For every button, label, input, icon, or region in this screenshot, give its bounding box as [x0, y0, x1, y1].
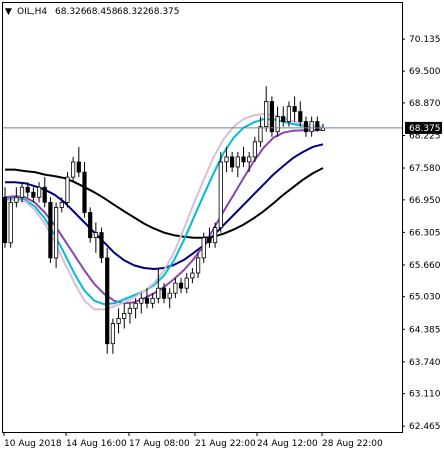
- candle-body-bear: [144, 297, 150, 304]
- y-tick-label: 66.305: [409, 228, 441, 238]
- candle: [99, 227, 104, 263]
- x-tick-label: 21 Aug 22:00: [195, 439, 256, 449]
- candle-body-bull: [286, 106, 292, 123]
- chart-header: ▼ OIL,H4 68.326 68.458 68.322 68.375: [5, 7, 180, 17]
- candle-body-bull: [54, 206, 59, 259]
- candle-body-bull: [309, 121, 314, 133]
- candle: [48, 197, 53, 263]
- candle-body-bull: [116, 317, 121, 324]
- candle-body-bull: [264, 101, 269, 128]
- candle-body-bull: [184, 277, 189, 289]
- x-tick-label: 28 Aug 22:00: [322, 439, 383, 449]
- header-low: 68.322: [117, 7, 149, 17]
- candle-body-bear: [82, 171, 87, 213]
- y-tick-label: 68.870: [409, 99, 441, 109]
- candle-body-bull: [195, 257, 201, 274]
- candle-body-bear: [105, 257, 110, 345]
- candle-body-bull: [19, 186, 25, 198]
- candle-body-bear: [269, 101, 275, 133]
- candle: [105, 247, 110, 354]
- candle-body-bear: [241, 156, 246, 163]
- candle-body-bear: [292, 106, 297, 112]
- candle-body-bear: [88, 212, 93, 239]
- header-high: 68.458: [86, 7, 118, 17]
- candle-body-bull: [150, 297, 155, 304]
- candle-body-bull: [190, 272, 195, 279]
- header-symbol: OIL,H4: [17, 7, 47, 17]
- header-close: 68.375: [148, 7, 180, 17]
- current-price-tag: 68.375: [405, 121, 442, 134]
- candle-body-bear: [2, 196, 8, 244]
- candle-body-bull: [275, 116, 280, 133]
- candle: [88, 207, 93, 243]
- candle: [8, 197, 13, 248]
- candle-body-bear: [281, 116, 286, 122]
- candle-body-bear: [229, 156, 235, 168]
- candle: [269, 96, 275, 137]
- candle: [65, 172, 70, 208]
- candle-body-bull: [37, 186, 42, 198]
- header-open: 68.326: [55, 7, 87, 17]
- candle-body-bear: [303, 121, 309, 133]
- y-tick-label: 62.465: [409, 422, 441, 432]
- y-tick-label: 69.500: [409, 67, 441, 77]
- y-tick-label: 64.385: [409, 325, 441, 335]
- candle: [218, 151, 223, 233]
- candle-body-bull: [93, 232, 98, 239]
- y-tick-label: 66.950: [409, 196, 441, 206]
- y-tick-label: 65.030: [409, 293, 441, 303]
- candle-body-bull: [212, 227, 218, 244]
- candle-body-bear: [42, 186, 47, 203]
- candle-body-bear: [99, 232, 104, 259]
- candle-body-bull: [59, 201, 64, 208]
- candle-body-bull: [127, 307, 132, 314]
- candle-body-bull: [71, 161, 76, 178]
- header-collapse-marker[interactable]: ▼: [5, 7, 12, 17]
- candle-body-bull: [173, 282, 178, 294]
- y-tick-label: 63.110: [409, 390, 441, 400]
- candle-body-bull: [218, 161, 223, 228]
- current-price-tag-label: 68.375: [409, 124, 441, 134]
- candle-body-bear: [161, 287, 167, 299]
- y-tick-label: 65.660: [409, 261, 441, 271]
- y-tick-label: 67.580: [409, 164, 441, 174]
- candle-body-bear: [207, 237, 212, 244]
- x-tick-label: 24 Aug 12:00: [257, 439, 318, 449]
- candle-body-bull: [167, 292, 172, 299]
- candle-body-bear: [178, 282, 184, 289]
- candle: [54, 202, 59, 268]
- candle-body-bull: [252, 141, 257, 158]
- candle-body-bull: [133, 302, 138, 309]
- candle-body-bull: [65, 176, 70, 203]
- candle-body-bear: [298, 111, 303, 123]
- chart-svg: 70.13569.50068.87068.22567.58066.95066.3…: [0, 0, 444, 455]
- candle-body-bull: [201, 237, 206, 259]
- candle-body-bull: [156, 287, 161, 299]
- candle-body-bull: [122, 312, 127, 319]
- candle-body-bear: [76, 161, 81, 173]
- candle-body-bear: [48, 201, 53, 259]
- candle-body-bear: [25, 186, 30, 193]
- y-tick-label: 70.135: [409, 35, 441, 45]
- candle-body-bull: [8, 201, 13, 244]
- x-tick-label: 10 Aug 2018: [4, 439, 62, 449]
- x-tick-label: 14 Aug 16:00: [66, 439, 127, 449]
- candle-body-bull: [110, 323, 115, 345]
- candle-body-bull: [235, 156, 240, 168]
- x-tick-label: 17 Aug 08:00: [129, 439, 190, 449]
- candle-body-bear: [315, 121, 320, 131]
- candle-body-bull: [139, 297, 144, 304]
- price-chart[interactable]: 70.135 69.500 68.870 68.225 67.580 66.950 66.3…: [0, 0, 444, 455]
- candle-body-bull: [247, 156, 252, 163]
- candle-body-bull: [14, 196, 19, 203]
- y-tick-label: 63.740: [409, 358, 441, 368]
- candle-body-bear: [31, 191, 36, 198]
- candle-body-bull: [258, 126, 263, 143]
- candle-body-bull: [224, 156, 229, 163]
